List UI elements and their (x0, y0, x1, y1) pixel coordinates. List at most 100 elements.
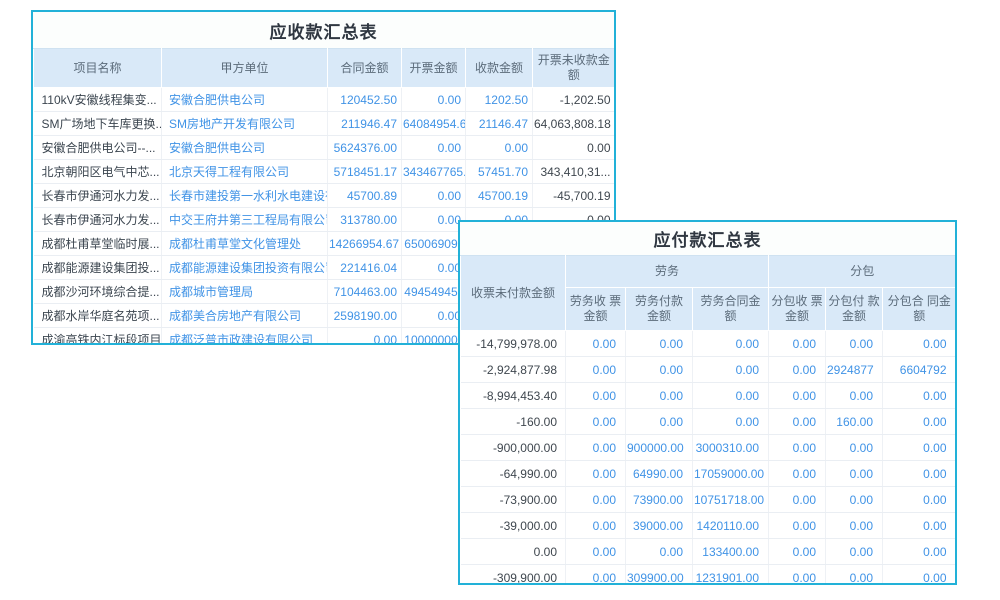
contract-amount-cell[interactable]: 2598190.00 (328, 304, 402, 328)
labor-invoice-cell[interactable]: 0.00 (566, 539, 626, 565)
labor-contract-cell[interactable]: 1231901.00 (693, 565, 769, 586)
subcontract-contract-cell[interactable]: 6604792 (883, 357, 956, 383)
contract-amount-cell[interactable]: 5624376.00 (328, 136, 402, 160)
contract-amount-cell[interactable]: 0.00 (328, 328, 402, 346)
subcontract-contract-cell[interactable]: 0.00 (883, 435, 956, 461)
received-amount-cell[interactable]: 0.00 (466, 136, 533, 160)
labor-invoice-cell[interactable]: 0.00 (566, 513, 626, 539)
invoiced-amount-cell[interactable]: 10000000. (402, 328, 466, 346)
contract-amount-cell[interactable]: 211946.47 (328, 112, 402, 136)
contract-amount-cell[interactable]: 7104463.00 (328, 280, 402, 304)
subcontract-contract-cell[interactable]: 0.00 (883, 331, 956, 357)
labor-contract-cell[interactable]: 133400.00 (693, 539, 769, 565)
labor-payment-cell[interactable]: 39000.00 (626, 513, 693, 539)
labor-invoice-cell[interactable]: 0.00 (566, 383, 626, 409)
labor-contract-cell[interactable]: 0.00 (693, 409, 769, 435)
received-amount-cell[interactable]: 45700.19 (466, 184, 533, 208)
subcontract-payment-cell[interactable]: 2924877 (826, 357, 883, 383)
subcontract-payment-cell[interactable]: 0.00 (826, 487, 883, 513)
subcontract-payment-cell[interactable]: 0.00 (826, 539, 883, 565)
subcontract-payment-cell[interactable]: 0.00 (826, 331, 883, 357)
labor-contract-cell[interactable]: 3000310.00 (693, 435, 769, 461)
subcontract-payment-cell[interactable]: 160.00 (826, 409, 883, 435)
subcontract-payment-cell[interactable]: 0.00 (826, 565, 883, 586)
client-unit-cell[interactable]: 成都城市管理局 (162, 280, 328, 304)
subcontract-contract-cell[interactable]: 0.00 (883, 539, 956, 565)
labor-invoice-cell[interactable]: 0.00 (566, 435, 626, 461)
labor-contract-cell[interactable]: 17059000.00 (693, 461, 769, 487)
subcontract-contract-cell[interactable]: 0.00 (883, 513, 956, 539)
client-unit-cell[interactable]: 中交王府井第三工程局有限公司 (162, 208, 328, 232)
invoiced-amount-cell[interactable]: 0.00 (402, 256, 466, 280)
labor-contract-cell[interactable]: 1420110.00 (693, 513, 769, 539)
subcontract-invoice-cell[interactable]: 0.00 (769, 435, 826, 461)
subcontract-payment-cell[interactable]: 0.00 (826, 461, 883, 487)
contract-amount-cell[interactable]: 14266954.67 (328, 232, 402, 256)
subcontract-invoice-cell[interactable]: 0.00 (769, 409, 826, 435)
subcontract-invoice-cell[interactable]: 0.00 (769, 487, 826, 513)
labor-payment-cell[interactable]: 0.00 (626, 409, 693, 435)
invoiced-amount-cell[interactable]: 0.00 (402, 136, 466, 160)
subcontract-invoice-cell[interactable]: 0.00 (769, 357, 826, 383)
contract-amount-cell[interactable]: 120452.50 (328, 88, 402, 112)
invoiced-amount-cell[interactable]: 65006909. (402, 232, 466, 256)
labor-invoice-cell[interactable]: 0.00 (566, 331, 626, 357)
received-amount-cell[interactable]: 21146.47 (466, 112, 533, 136)
subcontract-contract-cell[interactable]: 0.00 (883, 461, 956, 487)
labor-payment-cell[interactable]: 0.00 (626, 331, 693, 357)
subcontract-invoice-cell[interactable]: 0.00 (769, 539, 826, 565)
invoiced-amount-cell[interactable]: 64084954.6 (402, 112, 466, 136)
labor-invoice-cell[interactable]: 0.00 (566, 357, 626, 383)
subcontract-payment-cell[interactable]: 0.00 (826, 383, 883, 409)
subcontract-contract-cell[interactable]: 0.00 (883, 487, 956, 513)
subcontract-payment-cell[interactable]: 0.00 (826, 513, 883, 539)
subcontract-invoice-cell[interactable]: 0.00 (769, 383, 826, 409)
received-amount-cell[interactable]: 1202.50 (466, 88, 533, 112)
labor-invoice-cell[interactable]: 0.00 (566, 461, 626, 487)
client-unit-cell[interactable]: 长春市建投第一水利水电建设有限 (162, 184, 328, 208)
client-unit-cell[interactable]: 安徽合肥供电公司 (162, 88, 328, 112)
client-unit-cell[interactable]: SM房地产开发有限公司 (162, 112, 328, 136)
labor-payment-cell[interactable]: 0.00 (626, 383, 693, 409)
invoiced-amount-cell[interactable]: 343467765. (402, 160, 466, 184)
invoiced-amount-cell[interactable]: 0.00 (402, 184, 466, 208)
labor-invoice-cell[interactable]: 0.00 (566, 409, 626, 435)
labor-contract-cell[interactable]: 10751718.00 (693, 487, 769, 513)
labor-payment-cell[interactable]: 0.00 (626, 539, 693, 565)
subcontract-invoice-cell[interactable]: 0.00 (769, 513, 826, 539)
contract-amount-cell[interactable]: 221416.04 (328, 256, 402, 280)
client-unit-cell[interactable]: 安徽合肥供电公司 (162, 136, 328, 160)
labor-payment-cell[interactable]: 309900.00 (626, 565, 693, 586)
labor-payment-cell[interactable]: 73900.00 (626, 487, 693, 513)
subcontract-contract-cell[interactable]: 0.00 (883, 565, 956, 586)
subcontract-invoice-cell[interactable]: 0.00 (769, 461, 826, 487)
header-received-amount: 收款金额 (466, 49, 533, 88)
client-unit-cell[interactable]: 成都能源建设集团投资有限公司 (162, 256, 328, 280)
client-unit-cell[interactable]: 北京天得工程有限公司 (162, 160, 328, 184)
contract-amount-cell[interactable]: 5718451.17 (328, 160, 402, 184)
client-unit-cell[interactable]: 成都美合房地产有限公司 (162, 304, 328, 328)
client-unit-cell[interactable]: 成都杜甫草堂文化管理处 (162, 232, 328, 256)
invoiced-amount-cell[interactable]: 0.00 (402, 208, 466, 232)
labor-invoice-cell[interactable]: 0.00 (566, 565, 626, 586)
subcontract-contract-cell[interactable]: 0.00 (883, 383, 956, 409)
invoiced-amount-cell[interactable]: 49454945. (402, 280, 466, 304)
labor-contract-cell[interactable]: 0.00 (693, 357, 769, 383)
contract-amount-cell[interactable]: 45700.89 (328, 184, 402, 208)
labor-payment-cell[interactable]: 64990.00 (626, 461, 693, 487)
subcontract-invoice-cell[interactable]: 0.00 (769, 331, 826, 357)
header-invoiced-unreceived-amount: 开票未收款金 额 (533, 49, 615, 88)
contract-amount-cell[interactable]: 313780.00 (328, 208, 402, 232)
client-unit-cell[interactable]: 成都泛普市政建设有限公司 (162, 328, 328, 346)
subcontract-payment-cell[interactable]: 0.00 (826, 435, 883, 461)
received-amount-cell[interactable]: 57451.70 (466, 160, 533, 184)
labor-contract-cell[interactable]: 0.00 (693, 383, 769, 409)
labor-payment-cell[interactable]: 0.00 (626, 357, 693, 383)
subcontract-invoice-cell[interactable]: 0.00 (769, 565, 826, 586)
invoiced-amount-cell[interactable]: 0.00 (402, 88, 466, 112)
labor-payment-cell[interactable]: 900000.00 (626, 435, 693, 461)
labor-contract-cell[interactable]: 0.00 (693, 331, 769, 357)
subcontract-contract-cell[interactable]: 0.00 (883, 409, 956, 435)
invoiced-amount-cell[interactable]: 0.00 (402, 304, 466, 328)
labor-invoice-cell[interactable]: 0.00 (566, 487, 626, 513)
